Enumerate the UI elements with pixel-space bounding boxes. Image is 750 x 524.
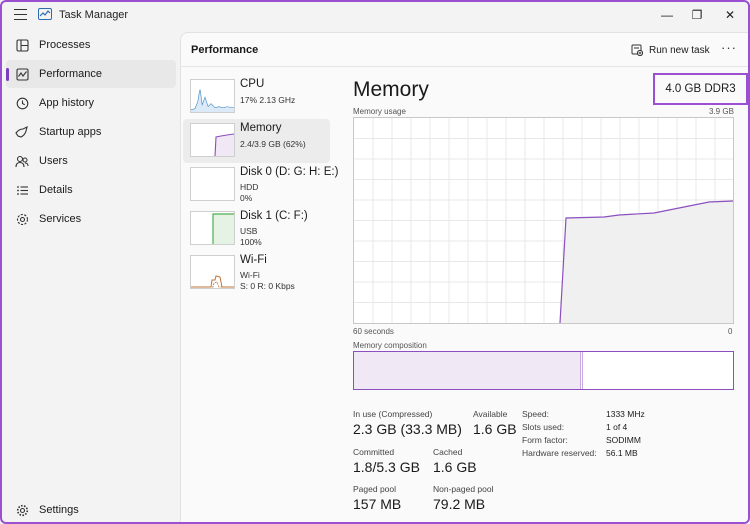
wifi-thumbnail [190,255,235,289]
device-item-disk1[interactable]: Disk 1 (C: F:) USB 100% [183,207,330,251]
device-usage: 0% [240,193,253,203]
device-name: Disk 1 (C: F:) [240,210,308,222]
main-header: Performance Run new task ··· [181,33,748,67]
run-new-task-button[interactable]: Run new task [631,42,710,58]
device-detail: HDD [240,182,259,192]
available-value: 1.6 GB [473,421,517,437]
spec-key: Slots used: [522,422,565,432]
startup-apps-icon [15,125,29,139]
sidebar-item-label: Startup apps [39,126,102,138]
memory-spec-text: 4.0 GB DDR3 [665,83,736,95]
sidebar-item-users[interactable]: Users [6,147,176,175]
device-item-memory[interactable]: Memory 2.4/3.9 GB (62%) [183,119,330,163]
sidebar-item-label: Performance [39,68,102,80]
sidebar-item-performance[interactable]: Performance [6,60,176,88]
memory-thumbnail [190,123,235,157]
cpu-thumbnail [190,79,235,113]
sidebar-item-label: Processes [39,39,91,51]
performance-icon [15,67,29,81]
processes-icon [15,38,29,52]
sidebar-item-services[interactable]: Services [6,205,176,233]
task-manager-app-icon [38,8,52,20]
page-title: Performance [191,44,259,56]
memory-composition-label: Memory composition [353,341,427,350]
run-new-task-label: Run new task [649,44,710,56]
paged-pool-value: 157 MB [353,496,402,512]
title-bar: Task Manager — ❐ ✕ [2,2,748,28]
spec-value: 56.1 MB [606,448,638,458]
sidebar-item-processes[interactable]: Processes [6,31,176,59]
memory-usage-graph [353,117,734,324]
memory-spec-label: 4.0 GB DDR3 [653,73,748,105]
sidebar-item-label: App history [39,97,95,109]
spec-key: Form factor: [522,435,568,445]
in-use-value: 2.3 GB (33.3 MB) [353,421,462,437]
disk0-thumbnail [190,167,235,201]
device-detail: 2.4/3.9 GB (62%) [240,139,306,149]
spec-value: 1 of 4 [606,422,628,432]
device-usage: 100% [240,237,262,247]
cached-value: 1.6 GB [433,459,477,475]
non-paged-pool-value: 79.2 MB [433,496,486,512]
maximize-icon: ❐ [691,8,703,22]
minimize-button[interactable]: — [652,5,682,25]
sidebar-item-label: Settings [39,504,79,516]
details-icon [15,183,29,197]
device-item-wifi[interactable]: Wi-Fi Wi-Fi S: 0 R: 0 Kbps [183,251,330,295]
memory-heading: Memory [353,78,429,101]
close-icon: ✕ [724,8,736,22]
memory-modified-segment [582,352,584,389]
device-detail: Wi-Fi [240,270,260,280]
sidebar-item-label: Users [39,155,68,167]
device-item-disk0[interactable]: Disk 0 (D: G: H: E:) HDD 0% [183,163,338,207]
memory-in-use-segment [354,352,582,389]
task-manager-window: Task Manager — ❐ ✕ Processes Performance… [0,0,750,524]
close-button[interactable]: ✕ [715,5,745,25]
spec-value: SODIMM [606,435,641,445]
users-icon [15,154,29,168]
device-detail: 17% 2.13 GHz [240,95,296,105]
main-panel: Performance Run new task ··· CPU 17% 2.1… [180,32,748,522]
device-name: Wi-Fi [240,254,267,266]
sidebar-item-app-history[interactable]: App history [6,89,176,117]
device-name: Memory [240,122,282,134]
sidebar-item-label: Services [39,213,82,225]
spec-key: Hardware reserved: [522,448,597,458]
minimize-icon: — [661,8,673,22]
gear-icon [15,503,29,517]
cached-label: Cached [433,447,463,457]
more-options-button[interactable]: ··· [721,40,737,55]
sidebar: Processes Performance App history Startu… [2,30,180,522]
graph-time-left: 60 seconds [353,327,394,336]
run-task-icon [631,44,643,56]
sidebar-item-startup-apps[interactable]: Startup apps [6,118,176,146]
in-use-label: In use (Compressed) [353,409,433,419]
services-icon [15,212,29,226]
memory-composition-bar [353,351,734,390]
graph-time-right: 0 [728,327,733,336]
hamburger-menu-icon[interactable] [14,9,27,21]
device-item-cpu[interactable]: CPU 17% 2.13 GHz [183,75,330,119]
sidebar-item-label: Details [39,184,73,196]
committed-label: Committed [353,447,395,457]
app-title: Task Manager [59,9,129,21]
device-name: Disk 0 (D: G: H: E:) [240,166,339,178]
memory-usage-label: Memory usage [353,107,406,116]
sidebar-item-settings[interactable]: Settings [6,496,176,522]
paged-pool-label: Paged pool [353,484,397,494]
disk1-thumbnail [190,211,235,245]
device-name: CPU [240,78,265,90]
app-history-icon [15,96,29,110]
available-label: Available [473,409,508,419]
committed-value: 1.8/5.3 GB [353,459,420,475]
device-detail: USB [240,226,258,236]
maximize-button[interactable]: ❐ [682,5,712,25]
memory-usage-max: 3.9 GB [709,107,734,116]
non-paged-pool-label: Non-paged pool [433,484,494,494]
spec-value: 1333 MHz [606,409,645,419]
device-throughput: S: 0 R: 0 Kbps [240,281,295,291]
sidebar-item-details[interactable]: Details [6,176,176,204]
spec-key: Speed: [522,409,549,419]
